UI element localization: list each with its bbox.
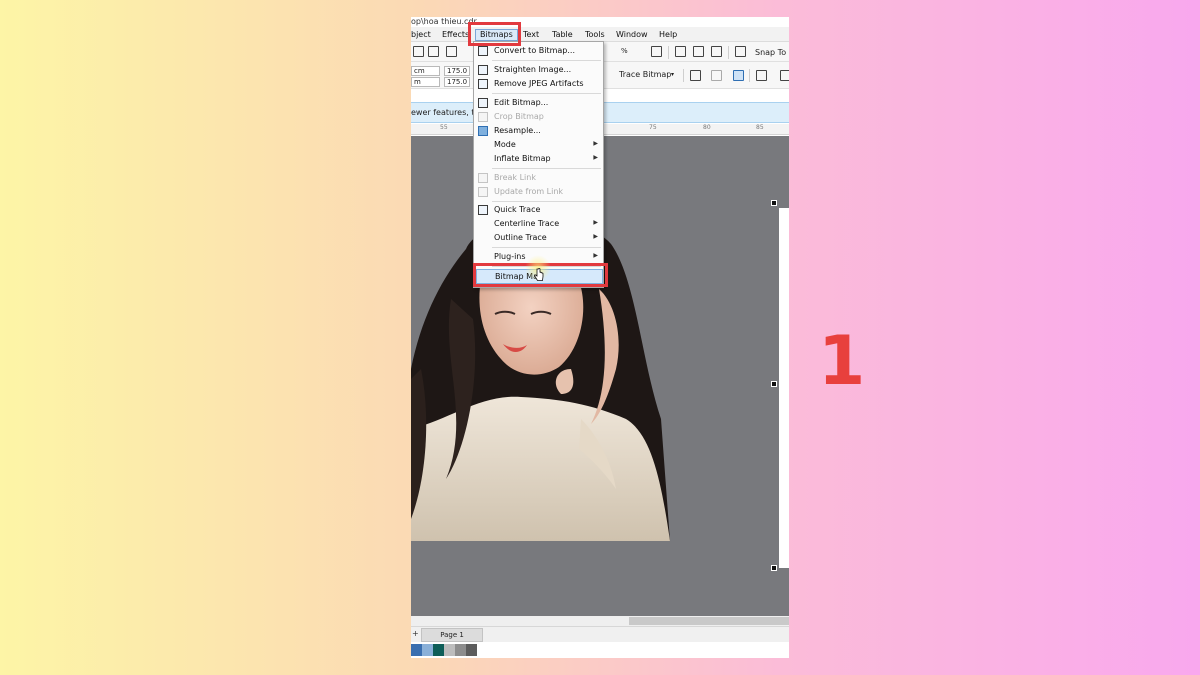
menu-tools[interactable]: Tools [585, 29, 605, 41]
trace-bitmap-button[interactable]: Trace Bitmap [619, 70, 671, 79]
color-swatch[interactable] [433, 644, 444, 656]
color-swatch[interactable] [455, 644, 466, 656]
ruler-label: 55 [440, 124, 448, 131]
menu-item-centerline-trace[interactable]: Centerline Trace ▶ [474, 217, 603, 231]
ruler-label: 80 [703, 124, 711, 131]
menu-item-break-link: Break Link [474, 171, 603, 185]
width-unit-field[interactable]: cm [411, 66, 440, 76]
quick-trace-icon [478, 205, 488, 215]
bitmap-mask-icon[interactable] [733, 70, 744, 81]
snap-icon[interactable] [735, 46, 746, 57]
step-number: 1 [818, 322, 866, 401]
selection-handle[interactable] [771, 565, 777, 571]
zoom-level[interactable]: % [621, 47, 628, 56]
submenu-arrow-icon: ▶ [593, 219, 598, 226]
submenu-arrow-icon: ▶ [593, 252, 598, 259]
menu-window[interactable]: Window [616, 29, 648, 41]
horizontal-scrollbar[interactable] [411, 616, 789, 626]
edit-bitmap-icon [478, 98, 488, 108]
chevron-down-icon[interactable]: ▾ [671, 70, 674, 79]
toolbar-icon[interactable] [428, 46, 439, 57]
bitmaps-dropdown-menu: Convert to Bitmap... Straighten Image...… [473, 41, 604, 288]
cursor-hand-icon [534, 268, 544, 281]
scrollbar-thumb[interactable] [629, 617, 789, 625]
menu-item-inflate-bitmap[interactable]: Inflate Bitmap ▶ [474, 152, 603, 166]
scale-y-field[interactable]: 175.0 [444, 77, 470, 87]
menu-item-quick-trace[interactable]: Quick Trace [474, 203, 603, 217]
menu-object[interactable]: bject [411, 29, 431, 41]
menu-item-convert-to-bitmap[interactable]: Convert to Bitmap... [474, 44, 603, 58]
rulers-icon[interactable] [675, 46, 686, 57]
edit-node-icon[interactable] [690, 70, 701, 81]
crop-icon [478, 112, 488, 122]
break-link-icon [478, 173, 488, 183]
menu-item-straighten-image[interactable]: Straighten Image... [474, 63, 603, 77]
selection-handle[interactable] [771, 200, 777, 206]
menu-effects[interactable]: Effects [442, 29, 469, 41]
menu-item-outline-trace[interactable]: Outline Trace ▶ [474, 231, 603, 245]
resample-icon [478, 126, 488, 136]
ruler-label: 85 [756, 124, 764, 131]
selection-handle[interactable] [771, 381, 777, 387]
menu-item-crop-bitmap: Crop Bitmap [474, 110, 603, 124]
update-link-icon [478, 187, 488, 197]
submenu-arrow-icon: ▶ [593, 140, 598, 147]
color-swatch[interactable] [411, 644, 422, 656]
ruler-label: 75 [649, 124, 657, 131]
color-swatch[interactable] [466, 644, 477, 656]
highlight-box-bitmaps-menu [468, 22, 521, 46]
color-palette [411, 644, 477, 656]
jpeg-artifacts-icon [478, 79, 488, 89]
color-swatch[interactable] [444, 644, 455, 656]
menu-text[interactable]: Text [523, 29, 539, 41]
submenu-arrow-icon: ▶ [593, 233, 598, 240]
menu-item-update-from-link: Update from Link [474, 185, 603, 199]
menu-item-edit-bitmap[interactable]: Edit Bitmap... [474, 96, 603, 110]
menu-item-mode[interactable]: Mode ▶ [474, 138, 603, 152]
full-screen-icon[interactable] [651, 46, 662, 57]
page-tabs: + Page 1 [411, 626, 789, 642]
menu-item-resample[interactable]: Resample... [474, 124, 603, 138]
tab-page-1[interactable]: Page 1 [421, 628, 483, 642]
crop-icon[interactable] [711, 70, 722, 81]
straighten-icon [478, 65, 488, 75]
window-title: op\hoa thieu.cdr [411, 17, 477, 26]
menu-help[interactable]: Help [659, 29, 677, 41]
toolbar-icon[interactable] [413, 46, 424, 57]
snap-to-button[interactable]: Snap To [755, 48, 786, 57]
add-page-button[interactable]: + [412, 629, 419, 638]
corel-screenshot: op\hoa thieu.cdr bject Effects Bitmaps T… [411, 17, 789, 658]
scale-x-field[interactable]: 175.0 [444, 66, 470, 76]
color-swatch[interactable] [422, 644, 433, 656]
align-icon[interactable] [780, 70, 789, 81]
convert-bitmap-icon [478, 46, 488, 56]
page-sheet [779, 208, 789, 568]
toolbar-icon[interactable] [446, 46, 457, 57]
menu-table[interactable]: Table [552, 29, 573, 41]
height-unit-field[interactable]: m [411, 77, 440, 87]
submenu-arrow-icon: ▶ [593, 154, 598, 161]
menu-item-remove-jpeg-artifacts[interactable]: Remove JPEG Artifacts [474, 77, 603, 91]
frame-icon[interactable] [756, 70, 767, 81]
grid-icon[interactable] [693, 46, 704, 57]
guidelines-icon[interactable] [711, 46, 722, 57]
